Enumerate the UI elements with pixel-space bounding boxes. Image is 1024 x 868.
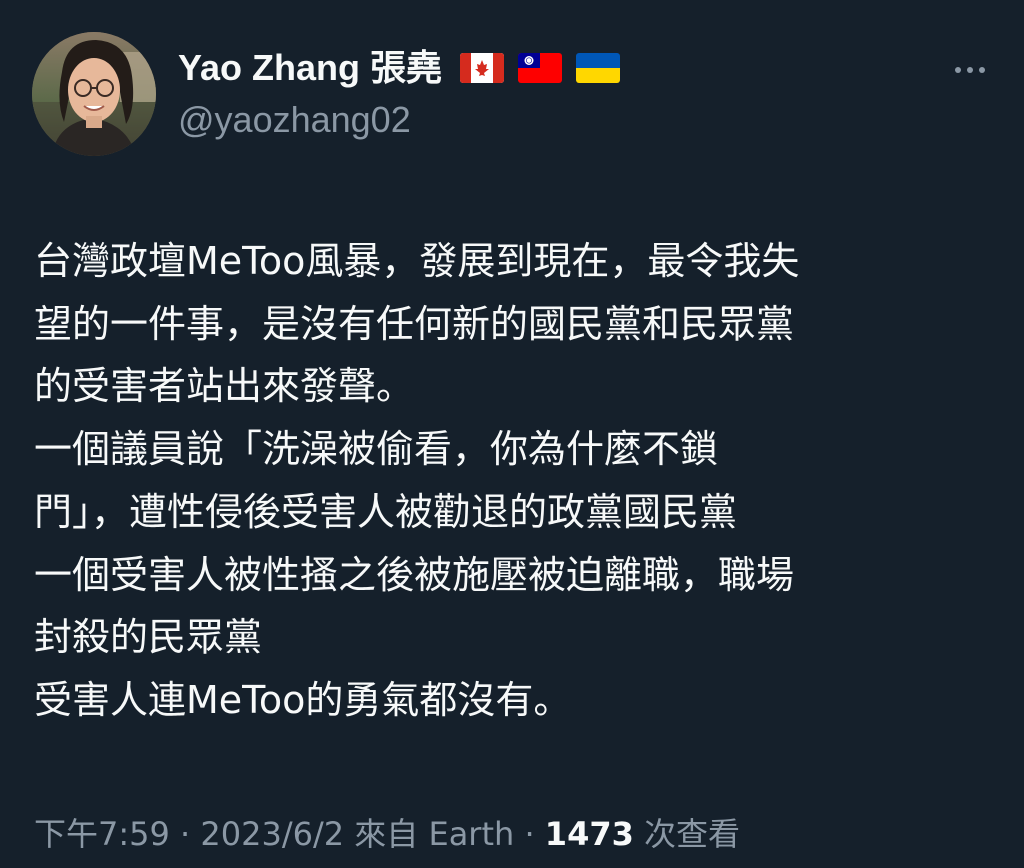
more-horizontal-icon (967, 67, 973, 73)
canada-flag-icon (460, 53, 505, 83)
tweet-text-line: 封殺的民眾黨 (34, 615, 263, 660)
source-prefix: 來自 (344, 815, 429, 853)
more-horizontal-icon (979, 67, 985, 73)
tweet-text-line: 受害人連MeToo的勇氣都沒有。 (34, 677, 572, 722)
views-label[interactable]: 次查看 (634, 815, 740, 853)
tweet-time[interactable]: 下午7:59 (34, 815, 170, 853)
ukraine-flag-icon (576, 53, 621, 83)
tweet-text-line: 台灣政壇MeToo風暴，發展到現在，最令我失 (34, 239, 800, 283)
tweet-text-line: 門」，遭性侵後受害人被勸退的政黨國民黨 (34, 489, 738, 534)
tweet-meta: 下午7:59 · 2023/6/2 來自 Earth · 1473 次查看 (34, 808, 740, 860)
tweet-text-line: 一個議員說「洗澡被偷看，你為什麼不鎖 (34, 427, 719, 472)
author-flags (460, 53, 621, 83)
more-button[interactable] (946, 52, 994, 88)
more-horizontal-icon (955, 67, 961, 73)
tweet-text-line: 一個受害人被性搔之後被施壓被迫離職，職場 (34, 552, 795, 597)
taiwan-flag-icon (518, 53, 563, 83)
tweet-text-line: 的受害者站出來發聲。 (34, 364, 415, 409)
tweet: Yao Zhang 張堯 @yaozhang02 台灣政壇MeToo風暴，發展到… (0, 0, 1024, 868)
meta-separator: · (169, 815, 201, 853)
avatar-photo (32, 32, 156, 156)
tweet-date[interactable]: 2023/6/2 (200, 815, 344, 853)
tweet-text-line: 望的一件事，是沒有任何新的國民黨和民眾黨 (34, 301, 795, 346)
tweet-source[interactable]: Earth (428, 815, 514, 853)
author-name[interactable]: Yao Zhang 張堯 (178, 46, 442, 90)
author-name-row[interactable]: Yao Zhang 張堯 (178, 46, 621, 90)
meta-separator: · (514, 815, 545, 853)
avatar[interactable] (32, 32, 156, 156)
author-handle[interactable]: @yaozhang02 (178, 98, 411, 142)
views-count[interactable]: 1473 (545, 815, 634, 853)
tweet-text: 台灣政壇MeToo風暴，發展到現在，最令我失 望的一件事，是沒有任何新的國民黨和… (34, 230, 994, 732)
